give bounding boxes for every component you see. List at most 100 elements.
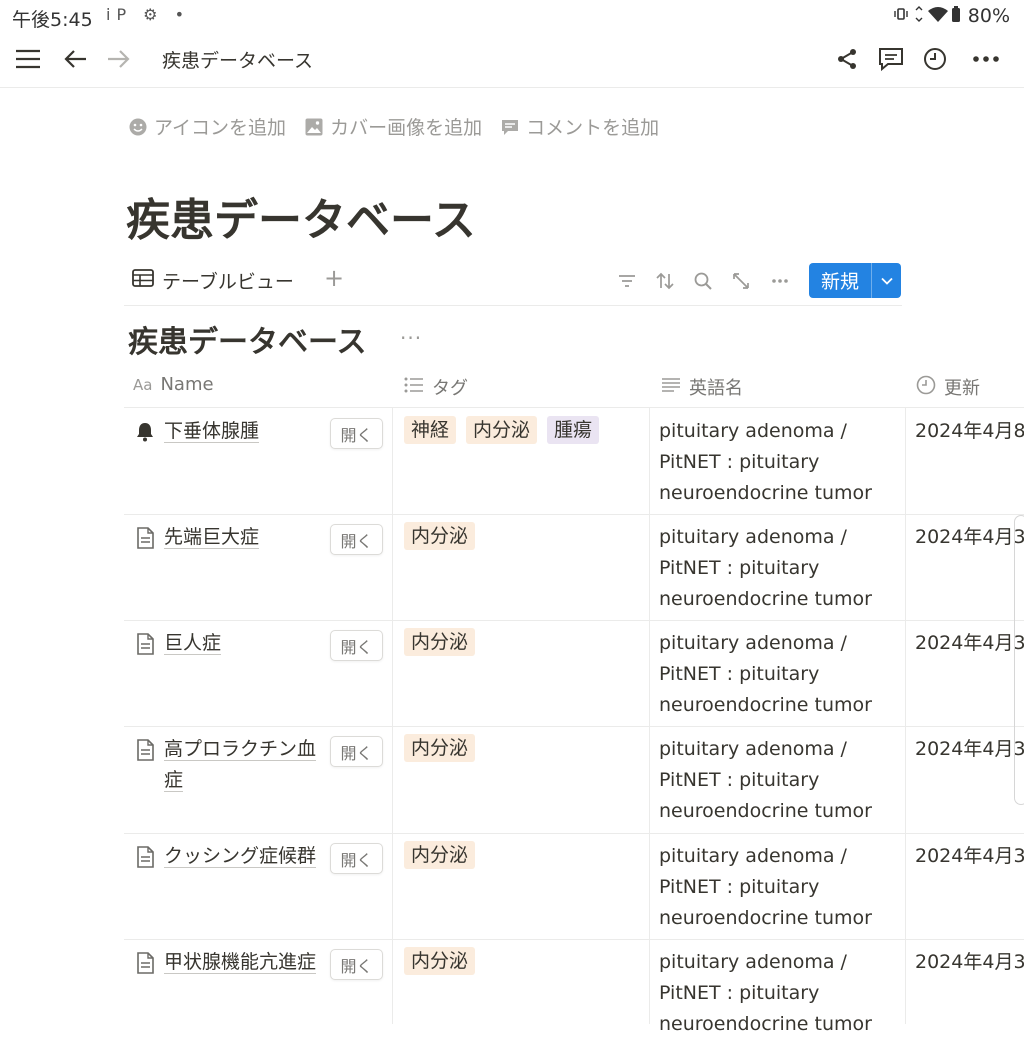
column-header-name[interactable]: Aa Name <box>133 374 214 395</box>
add-icon-button[interactable]: アイコンを追加 <box>128 113 286 140</box>
tag-cell[interactable]: 内分泌 <box>404 522 476 550</box>
english-name-cell[interactable]: pituitary adenoma / PitNET : pituitary n… <box>659 628 899 721</box>
open-button[interactable]: 開く <box>330 418 383 449</box>
add-view-icon[interactable]: + <box>324 264 344 292</box>
share-icon[interactable] <box>829 41 865 77</box>
tag-pill: 腫瘍 <box>547 416 600 444</box>
tag-cell[interactable]: 内分泌 <box>404 947 476 975</box>
english-name-cell[interactable]: pituitary adenoma / PitNET : pituitary n… <box>659 841 899 934</box>
english-name-cell[interactable]: pituitary adenoma / PitNET : pituitary n… <box>659 416 899 509</box>
column-header-tags[interactable]: タグ <box>404 374 468 400</box>
tag-pill: 内分泌 <box>404 628 476 656</box>
row-name[interactable]: 下垂体腺腫 <box>164 416 332 447</box>
table-row[interactable]: 先端巨大症 開く 内分泌 pituitary adenoma / PitNET : p… <box>124 514 1024 620</box>
bell-icon <box>134 420 156 444</box>
status-right: 80% <box>892 5 1010 27</box>
row-name-text: クッシング症候群 <box>164 845 317 868</box>
updated-cell[interactable]: 2024年4月3 <box>915 522 1024 553</box>
tag-cell[interactable]: 内分泌 <box>404 841 476 869</box>
forward-arrow-icon[interactable] <box>100 41 136 77</box>
tab-table-view-label: テーブルビュー <box>162 271 294 293</box>
open-button[interactable]: 開く <box>330 736 383 767</box>
row-name[interactable]: クッシング症候群 <box>164 841 332 872</box>
text-type-icon: Aa <box>133 375 153 394</box>
filter-icon[interactable] <box>614 268 640 294</box>
updated-cell[interactable]: 2024年4月8 <box>915 416 1024 447</box>
updated-cell[interactable]: 2024年4月3 <box>915 947 1024 978</box>
tab-table-view[interactable]: テーブルビュー <box>132 267 294 294</box>
database-more-icon[interactable]: ··· <box>400 326 422 350</box>
row-name-text: 甲状腺機能亢進症 <box>164 951 317 974</box>
tag-cell[interactable]: 神経 内分泌 腫瘍 <box>404 416 600 444</box>
english-name-cell[interactable]: pituitary adenoma / PitNET : pituitary n… <box>659 522 899 615</box>
view-bar: テーブルビュー + 新規 <box>124 258 902 306</box>
new-button-label: 新規 <box>820 271 859 293</box>
column-header-english[interactable]: 英語名 <box>661 374 743 400</box>
row-name[interactable]: 巨人症 <box>164 628 332 659</box>
back-arrow-icon[interactable] <box>58 41 94 77</box>
more-options-icon[interactable] <box>968 41 1004 77</box>
table-icon <box>132 269 154 292</box>
tag-pill: 神経 <box>404 416 457 444</box>
table-row[interactable]: 高プロラクチン血症 開く 内分泌 pituitary adenoma / PitNET… <box>124 726 1024 832</box>
image-icon <box>304 117 324 137</box>
view-more-icon[interactable] <box>767 268 793 294</box>
menu-icon[interactable] <box>10 41 46 77</box>
status-time: 午後5:45 <box>12 9 93 31</box>
add-cover-label: カバー画像を追加 <box>330 117 483 139</box>
table-row[interactable]: クッシング症候群 開く 内分泌 pituitary adenoma / PitNET … <box>124 833 1024 939</box>
expand-icon[interactable] <box>728 268 754 294</box>
tag-cell[interactable]: 内分泌 <box>404 628 476 656</box>
add-comment-label: コメントを追加 <box>526 117 660 139</box>
english-name-cell[interactable]: pituitary adenoma / PitNET : pituitary n… <box>659 734 899 827</box>
history-clock-icon[interactable] <box>917 41 953 77</box>
column-header-label: タグ <box>432 378 468 399</box>
page-icon <box>134 526 156 550</box>
tag-cell[interactable]: 内分泌 <box>404 734 476 762</box>
english-name-cell[interactable]: pituitary adenoma / PitNET : pituitary n… <box>659 947 899 1040</box>
add-icon-label: アイコンを追加 <box>154 117 287 139</box>
table-row[interactable]: 甲状腺機能亢進症 開く 内分泌 pituitary adenoma / PitNET … <box>124 939 1024 1045</box>
tag-pill: 内分泌 <box>404 522 476 550</box>
tag-pill: 内分泌 <box>466 416 538 444</box>
page-icon <box>134 951 156 975</box>
row-name[interactable]: 高プロラクチン血症 <box>164 734 332 796</box>
scroll-handle[interactable] <box>1014 515 1024 805</box>
search-icon[interactable] <box>690 268 716 294</box>
comments-icon[interactable] <box>873 41 909 77</box>
table-row[interactable]: 巨人症 開く 内分泌 pituitary adenoma / PitNET : pit… <box>124 620 1024 726</box>
row-name[interactable]: 甲状腺機能亢進症 <box>164 947 332 978</box>
vibrate-wifi-icons <box>892 5 962 27</box>
updated-cell[interactable]: 2024年4月3 <box>915 841 1024 872</box>
page-title[interactable]: 疾患データベース <box>126 184 476 248</box>
battery-percent: 80% <box>967 5 1010 27</box>
table-header: Aa Name タグ 英語名 更新 <box>124 365 1024 408</box>
page-actions: アイコンを追加 カバー画像を追加 コメントを追加 <box>128 113 659 140</box>
open-button[interactable]: 開く <box>330 630 383 661</box>
row-name-text: 高プロラクチン血症 <box>164 738 317 792</box>
comment-bubble-icon <box>500 117 520 137</box>
open-button[interactable]: 開く <box>330 949 383 980</box>
table-row[interactable]: 下垂体腺腫 開く 神経 内分泌 腫瘍 pituitary adenoma / PitNET… <box>124 408 1024 514</box>
status-bar: 午後5:45 iP ⚙ • 80% <box>0 0 1024 32</box>
column-header-updated[interactable]: 更新 <box>916 374 980 400</box>
open-button[interactable]: 開く <box>330 524 383 555</box>
updated-cell[interactable]: 2024年4月3 <box>915 628 1024 659</box>
database-title[interactable]: 疾患データベース <box>128 317 367 361</box>
tag-pill: 内分泌 <box>404 947 476 975</box>
row-name[interactable]: 先端巨大症 <box>164 522 332 553</box>
sort-icon[interactable] <box>652 268 678 294</box>
row-name-text: 巨人症 <box>164 632 222 655</box>
open-button[interactable]: 開く <box>330 843 383 874</box>
updated-cell[interactable]: 2024年4月3 <box>915 734 1024 765</box>
notification-icons: iP ⚙ • <box>106 5 191 24</box>
tag-pill: 内分泌 <box>404 734 476 762</box>
row-name-text: 下垂体腺腫 <box>164 420 260 443</box>
chevron-down-icon[interactable] <box>872 277 901 285</box>
add-cover-button[interactable]: カバー画像を追加 <box>304 113 482 140</box>
clock-icon <box>916 375 936 399</box>
add-comment-button[interactable]: コメントを追加 <box>500 113 659 140</box>
breadcrumb-page-name[interactable]: 疾患データベース <box>162 46 313 73</box>
new-button[interactable]: 新規 <box>809 263 901 298</box>
tag-pill: 内分泌 <box>404 841 476 869</box>
